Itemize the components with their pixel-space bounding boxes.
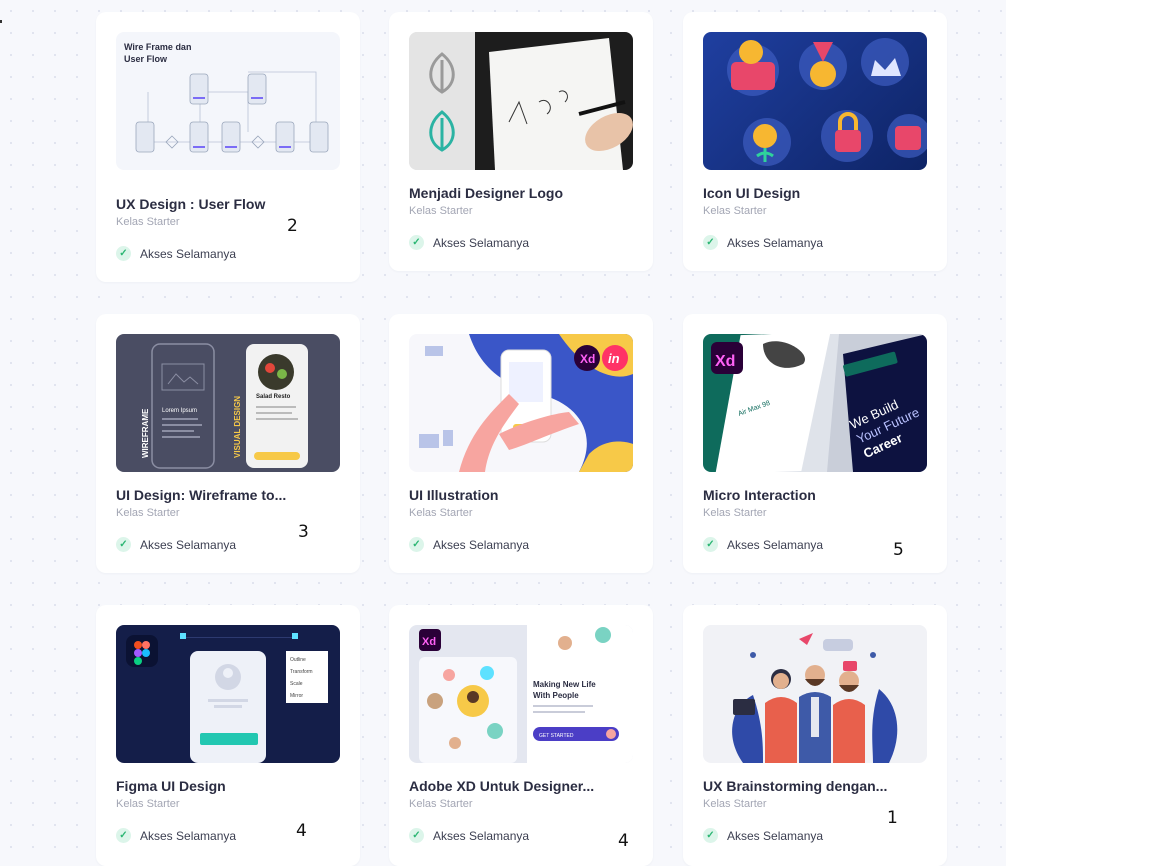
svg-text:Outline: Outline bbox=[290, 657, 306, 663]
course-level: Kelas Starter bbox=[703, 798, 767, 810]
course-level: Kelas Starter bbox=[409, 798, 473, 810]
course-card-ux-brainstorming[interactable]: UX Brainstorming dengan... Kelas Starter… bbox=[683, 605, 947, 866]
svg-text:Xd: Xd bbox=[580, 352, 595, 366]
svg-text:Xd: Xd bbox=[422, 636, 436, 648]
course-title[interactable]: UI Illustration bbox=[409, 487, 498, 503]
course-level: Kelas Starter bbox=[116, 798, 180, 810]
access-status: ✓ Akses Selamanya bbox=[409, 537, 529, 552]
access-status: ✓ Akses Selamanya bbox=[116, 537, 236, 552]
check-icon: ✓ bbox=[409, 828, 424, 843]
course-level: Kelas Starter bbox=[703, 205, 767, 217]
annotation-number: 5 bbox=[893, 540, 904, 560]
check-icon: ✓ bbox=[409, 537, 424, 552]
course-thumbnail bbox=[703, 32, 927, 170]
course-thumbnail: Xd Making New Life With People GET START… bbox=[409, 625, 633, 763]
check-icon: ✓ bbox=[116, 246, 131, 261]
svg-text:GET STARTED: GET STARTED bbox=[539, 733, 574, 739]
svg-text:WIREFRAME: WIREFRAME bbox=[141, 408, 150, 458]
check-icon: ✓ bbox=[703, 235, 718, 250]
annotation-number: 3 bbox=[298, 522, 309, 542]
svg-text:Scale: Scale bbox=[290, 681, 303, 687]
access-label: Akses Selamanya bbox=[140, 246, 237, 261]
svg-text:Transform: Transform bbox=[290, 669, 313, 675]
course-thumbnail bbox=[703, 625, 927, 763]
access-status: ✓ Akses Selamanya bbox=[703, 828, 823, 843]
course-card-icon-ui[interactable]: Icon UI Design Kelas Starter ✓ Akses Sel… bbox=[683, 12, 947, 271]
course-thumbnail: Xd in bbox=[409, 334, 633, 472]
annotation-number: 2 bbox=[287, 216, 298, 236]
course-title[interactable]: UX Design : User Flow bbox=[116, 196, 265, 212]
course-level: Kelas Starter bbox=[409, 507, 473, 519]
svg-text:VISUAL DESIGN: VISUAL DESIGN bbox=[233, 396, 242, 458]
access-status: ✓ Akses Selamanya bbox=[703, 537, 823, 552]
access-label: Akses Selamanya bbox=[140, 537, 237, 552]
course-title[interactable]: Adobe XD Untuk Designer... bbox=[409, 778, 594, 794]
svg-text:Salad Resto: Salad Resto bbox=[256, 394, 291, 400]
course-title[interactable]: UI Design: Wireframe to... bbox=[116, 487, 286, 503]
access-label: Akses Selamanya bbox=[727, 828, 824, 843]
check-icon: ✓ bbox=[703, 828, 718, 843]
svg-text:User Flow: User Flow bbox=[124, 54, 168, 64]
svg-text:in: in bbox=[608, 351, 620, 366]
course-level: Kelas Starter bbox=[116, 507, 180, 519]
access-label: Akses Selamanya bbox=[433, 537, 530, 552]
annotation-number: 1 bbox=[887, 808, 898, 828]
annotation-number: 4 bbox=[296, 821, 307, 841]
course-card-ui-illustration[interactable]: Xd in UI Illustration Kelas Starter ✓ Ak… bbox=[389, 314, 653, 573]
course-thumbnail: Lorem Ipsum WIREFRAME VISUAL DESIGN Sala… bbox=[116, 334, 340, 472]
course-title[interactable]: Micro Interaction bbox=[703, 487, 816, 503]
course-card-adobe-xd[interactable]: Xd Making New Life With People GET START… bbox=[389, 605, 653, 866]
svg-text:Wire Frame dan: Wire Frame dan bbox=[124, 42, 191, 52]
course-card-figma-ui[interactable]: Outline Transform Scale Mirror Figma UI … bbox=[96, 605, 360, 866]
access-label: Akses Selamanya bbox=[140, 828, 237, 843]
access-status: ✓ Akses Selamanya bbox=[116, 828, 236, 843]
course-title[interactable]: Icon UI Design bbox=[703, 185, 800, 201]
svg-text:Lorem Ipsum: Lorem Ipsum bbox=[162, 408, 197, 414]
course-card-wireframe-to-visual[interactable]: Lorem Ipsum WIREFRAME VISUAL DESIGN Sala… bbox=[96, 314, 360, 573]
access-label: Akses Selamanya bbox=[433, 235, 530, 250]
check-icon: ✓ bbox=[409, 235, 424, 250]
access-label: Akses Selamanya bbox=[727, 235, 824, 250]
check-icon: ✓ bbox=[116, 828, 131, 843]
access-status: ✓ Akses Selamanya bbox=[409, 828, 529, 843]
course-title[interactable]: UX Brainstorming dengan... bbox=[703, 778, 887, 794]
course-thumbnail: Outline Transform Scale Mirror bbox=[116, 625, 340, 763]
check-icon: ✓ bbox=[116, 537, 131, 552]
access-label: Akses Selamanya bbox=[727, 537, 824, 552]
access-label: Akses Selamanya bbox=[433, 828, 530, 843]
course-level: Kelas Starter bbox=[703, 507, 767, 519]
course-title[interactable]: Figma UI Design bbox=[116, 778, 226, 794]
course-thumbnail: Air Max 98 Xd We Build Your Future Caree… bbox=[703, 334, 927, 472]
access-status: ✓ Akses Selamanya bbox=[116, 246, 236, 261]
stray-mark bbox=[0, 20, 2, 23]
access-status: ✓ Akses Selamanya bbox=[703, 235, 823, 250]
course-level: Kelas Starter bbox=[409, 205, 473, 217]
annotation-number: 4 bbox=[618, 831, 629, 851]
course-card-micro-interaction[interactable]: Air Max 98 Xd We Build Your Future Caree… bbox=[683, 314, 947, 573]
svg-text:Mirror: Mirror bbox=[290, 693, 303, 699]
check-icon: ✓ bbox=[703, 537, 718, 552]
course-level: Kelas Starter bbox=[116, 216, 180, 228]
course-thumbnail: Wire Frame dan User Flow bbox=[116, 32, 340, 170]
svg-text:Making New Life: Making New Life bbox=[533, 680, 596, 689]
svg-text:With People: With People bbox=[533, 691, 579, 700]
svg-text:Xd: Xd bbox=[715, 353, 735, 370]
course-card-designer-logo[interactable]: Menjadi Designer Logo Kelas Starter ✓ Ak… bbox=[389, 12, 653, 271]
course-thumbnail bbox=[409, 32, 633, 170]
course-title[interactable]: Menjadi Designer Logo bbox=[409, 185, 563, 201]
access-status: ✓ Akses Selamanya bbox=[409, 235, 529, 250]
course-card-ux-user-flow[interactable]: Wire Frame dan User Flow UX Design: Use… bbox=[96, 12, 360, 282]
